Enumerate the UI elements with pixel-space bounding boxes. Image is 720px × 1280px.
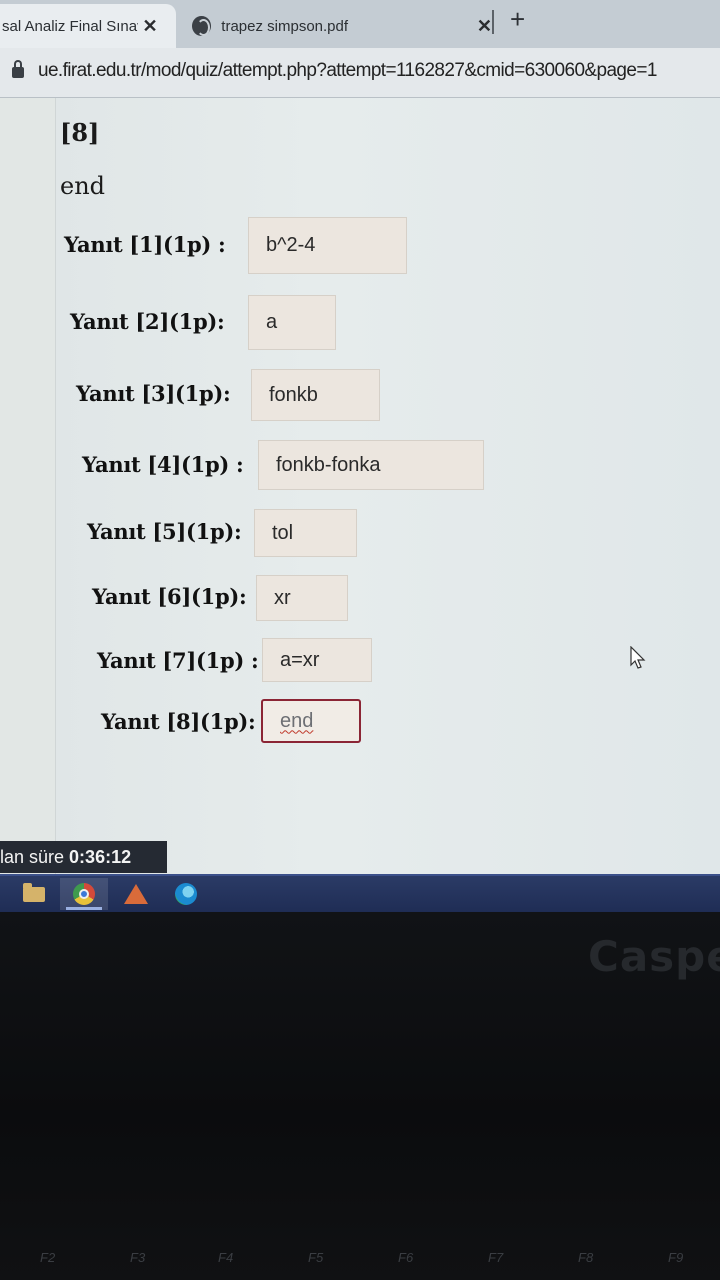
answer-input-3[interactable]: fonkb [251, 369, 380, 421]
url-text[interactable]: ue.firat.edu.tr/mod/quiz/attempt.php?att… [38, 60, 657, 82]
left-sidebar [0, 98, 56, 876]
question-number: [8] [60, 118, 100, 147]
answer-input-4[interactable]: fonkb-fonka [258, 440, 484, 490]
function-key: F5 [308, 1250, 324, 1265]
close-tab-icon[interactable]: ✕ [138, 16, 162, 37]
chrome-icon [73, 883, 95, 905]
function-key: F7 [488, 1250, 504, 1265]
time-remaining: lan süre 0:36:12 [0, 841, 167, 873]
answer-input-7[interactable]: a=xr [262, 638, 372, 682]
laptop-brand-logo: Caspe [588, 932, 720, 981]
answer-value: a [266, 311, 278, 333]
answer-label-4: Yanıt [4](1p) : [82, 452, 244, 477]
answer-value: fonkb-fonka [276, 453, 381, 476]
chrome-button[interactable] [60, 878, 108, 910]
address-bar[interactable]: ue.firat.edu.tr/mod/quiz/attempt.php?att… [0, 48, 720, 98]
answer-input-6[interactable]: xr [256, 575, 348, 621]
file-explorer-icon [23, 882, 45, 902]
laptop-bezel: Caspe F2 F3 F4 F5 F6 F7 F8 F9 [0, 912, 720, 1280]
function-key: F6 [398, 1250, 414, 1265]
quiz-page: [8] end Yanıt [1](1p) : b^2-4 Yanıt [2](… [0, 98, 720, 876]
tab-pdf[interactable]: trapez simpson.pdf ✕ [186, 4, 496, 48]
answer-label-1: Yanıt [1](1p) : [64, 232, 226, 257]
matlab-button[interactable] [112, 878, 160, 910]
answer-label-6: Yanıt [6](1p): [92, 584, 247, 609]
browser-tab-strip: sal Analiz Final Sınav ✕ trapez simpson.… [0, 0, 720, 48]
file-explorer-button[interactable] [10, 878, 58, 910]
tab-quiz[interactable]: sal Analiz Final Sınav ✕ [0, 4, 176, 48]
answer-input-8[interactable]: end [261, 699, 361, 743]
function-key: F8 [578, 1250, 594, 1265]
answer-label-2: Yanıt [2](1p): [70, 309, 225, 334]
answer-label-3: Yanıt [3](1p): [76, 381, 231, 406]
answer-value: tol [272, 521, 294, 544]
answer-input-2[interactable]: a [248, 295, 336, 350]
answer-value: xr [274, 586, 291, 609]
mouse-pointer-icon [630, 646, 646, 669]
edge-icon [175, 883, 197, 905]
tab-title: trapez simpson.pdf [221, 17, 349, 35]
tab-divider [492, 10, 494, 34]
function-key: F9 [668, 1250, 684, 1265]
new-tab-button[interactable]: + [510, 4, 525, 35]
function-key: F3 [130, 1250, 146, 1265]
code-line: end [60, 172, 106, 200]
timer-value: 0:36:12 [69, 846, 132, 867]
globe-icon [192, 16, 212, 36]
edge-button[interactable] [162, 878, 210, 910]
answer-value: a=xr [280, 648, 320, 671]
matlab-icon [124, 884, 148, 904]
answer-value: end [280, 709, 314, 732]
answer-input-5[interactable]: tol [254, 509, 357, 557]
answer-value: b^2-4 [266, 234, 316, 256]
windows-taskbar [0, 874, 720, 912]
answer-value: fonkb [269, 383, 318, 406]
function-key: F4 [218, 1250, 234, 1265]
lock-icon[interactable] [12, 60, 24, 78]
answer-input-1[interactable]: b^2-4 [248, 217, 407, 274]
answer-label-8: Yanıt [8](1p): [101, 709, 256, 734]
function-key: F2 [40, 1250, 56, 1265]
tab-title: sal Analiz Final Sınav [2, 17, 138, 35]
answer-label-7: Yanıt [7](1p) : [97, 648, 259, 673]
timer-label: lan süre [0, 846, 65, 867]
answer-label-5: Yanıt [5](1p): [87, 519, 242, 544]
